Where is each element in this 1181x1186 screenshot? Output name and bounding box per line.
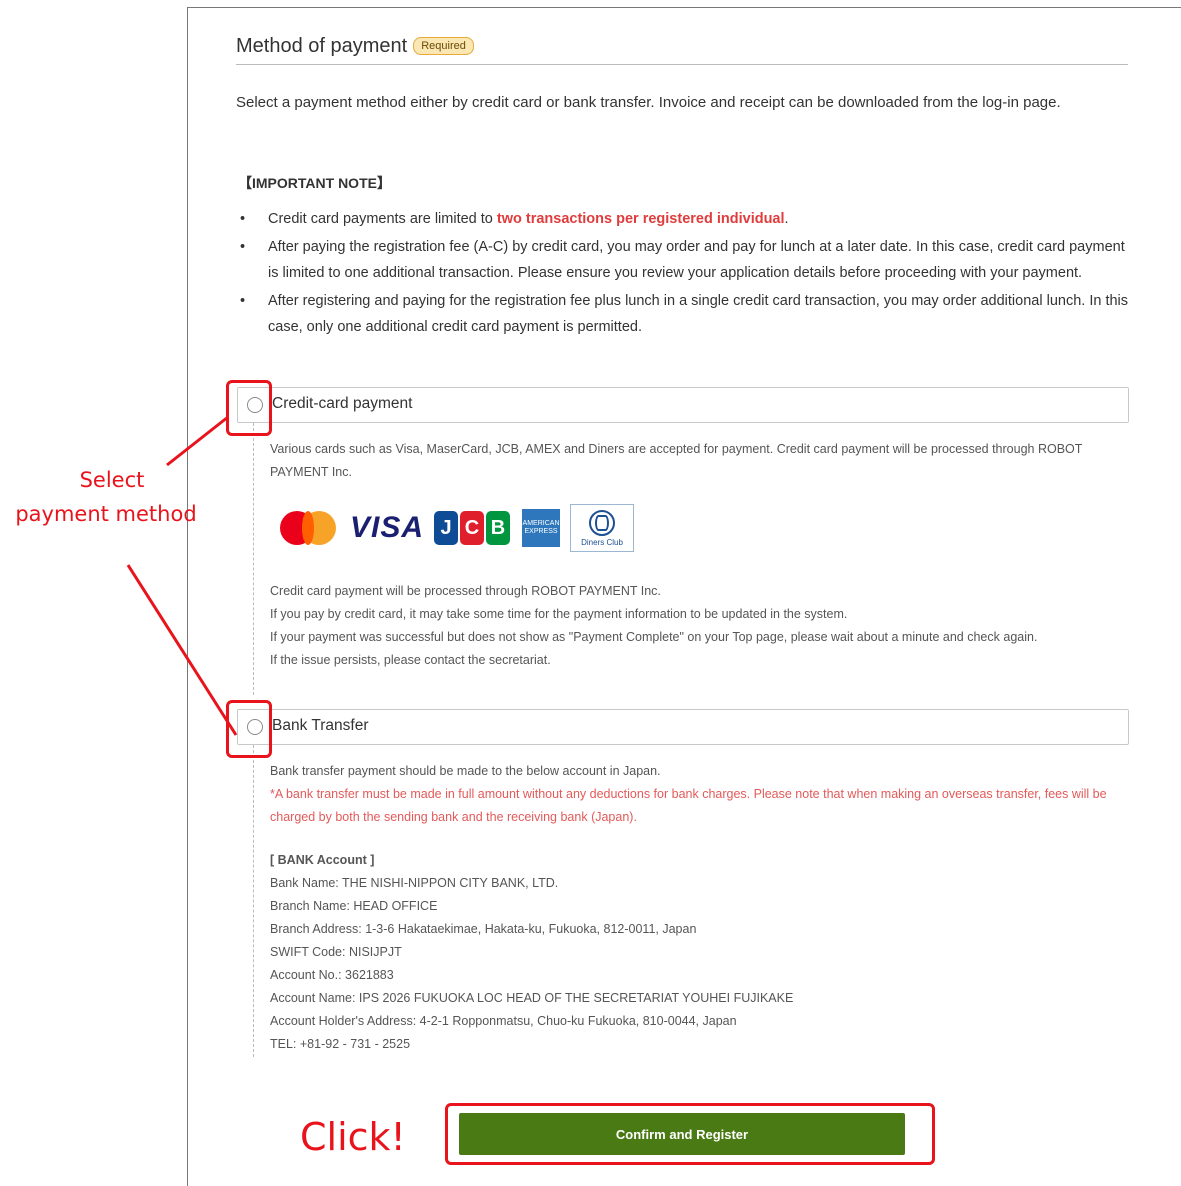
bank-account-line: Account No.: 3621883 — [270, 968, 394, 982]
important-notes-list: • Credit card payments are limited to two… — [236, 206, 1136, 342]
title-divider — [236, 64, 1128, 65]
annotation-box-bank-radio — [226, 700, 272, 758]
credit-card-label: Credit-card payment — [272, 395, 413, 412]
note-text-before: Credit card payments are limited to — [268, 211, 497, 227]
bank-account-line: Account Name: IPS 2026 FUKUOKA LOC HEAD … — [270, 991, 794, 1005]
annotation-box-confirm — [445, 1103, 935, 1165]
jcb-letter: J — [434, 511, 459, 545]
bank-account-line: Bank Name: THE NISHI-NIPPON CITY BANK, L… — [270, 876, 559, 890]
jcb-logo-icon: J C B — [434, 511, 512, 545]
credit-card-notes: Credit card payment will be processed th… — [270, 580, 1130, 672]
visa-logo-icon: VISA — [350, 511, 425, 544]
bank-account-line: TEL: +81-92 - 731 - 2525 — [270, 1037, 411, 1051]
note-item: • After paying the registration fee (A-C)… — [236, 234, 1136, 286]
credit-card-description: Various cards such as Visa, MaserCard, J… — [270, 442, 1083, 479]
annotation-box-credit-radio — [226, 380, 272, 436]
amex-logo-icon: AMERICAN EXPRESS — [522, 509, 561, 547]
section-title-text: Method of payment — [236, 35, 408, 57]
intro-text: Select a payment method either by credit… — [236, 94, 1061, 111]
note-item: • Credit card payments are limited to two… — [236, 206, 1136, 232]
credit-card-desc-rule — [253, 423, 254, 695]
bank-account-heading: [ BANK Account ] — [270, 853, 375, 867]
bank-intro: Bank transfer payment should be made to … — [270, 764, 661, 778]
bank-account-line: Branch Address: 1-3-6 Hakataekimae, Haka… — [270, 922, 697, 936]
note-highlight: two transactions per registered individu… — [496, 211, 785, 227]
bank-transfer-desc-rule — [253, 745, 254, 1057]
annotation-select-line1: Select — [79, 468, 145, 492]
bank-transfer-label: Bank Transfer — [272, 717, 369, 734]
credit-note-line: If your payment was successful but does … — [270, 630, 1038, 644]
bank-account-line: Branch Name: HEAD OFFICE — [270, 899, 438, 913]
credit-note-line: If you pay by credit card, it may take s… — [270, 607, 848, 621]
mastercard-logo-icon — [278, 508, 340, 548]
bullet-icon: • — [240, 211, 246, 227]
important-note-heading: 【IMPORTANT NOTE】 — [238, 175, 391, 191]
note-text: After registering and paying for the reg… — [268, 293, 1129, 335]
jcb-letter: C — [460, 511, 485, 545]
jcb-letter: B — [486, 511, 511, 545]
bank-warning: *A bank transfer must be made in full am… — [270, 787, 1107, 824]
note-item: • After registering and paying for the re… — [236, 288, 1136, 340]
diners-emblem-icon — [589, 509, 616, 536]
bank-account-line: Account Holder's Address: 4-2-1 Ropponma… — [270, 1014, 737, 1028]
note-text: After paying the registration fee (A-C) … — [268, 239, 1125, 281]
note-text-after: . — [784, 211, 789, 227]
credit-card-option[interactable]: Credit-card payment — [237, 387, 1129, 423]
section-title: Method of payment Required — [236, 35, 474, 58]
credit-note-line: Credit card payment will be processed th… — [270, 584, 661, 598]
annotation-select-line2: payment method — [15, 502, 197, 526]
bank-transfer-option[interactable]: Bank Transfer — [237, 709, 1129, 745]
card-logos: VISA J C B AMERICAN EXPRESS Diners Club — [278, 503, 635, 553]
bullet-icon: • — [240, 293, 246, 309]
diners-logo-text: Diners Club — [581, 537, 623, 547]
credit-note-line: If the issue persists, please contact th… — [270, 653, 551, 667]
diners-logo-icon: Diners Club — [570, 504, 635, 552]
bullet-icon: • — [240, 239, 246, 255]
annotation-click: Click! — [300, 1115, 406, 1159]
bank-account-line: SWIFT Code: NISIJPJT — [270, 945, 402, 959]
required-badge: Required — [413, 37, 474, 55]
bank-transfer-description: Bank transfer payment should be made to … — [270, 760, 1130, 1056]
